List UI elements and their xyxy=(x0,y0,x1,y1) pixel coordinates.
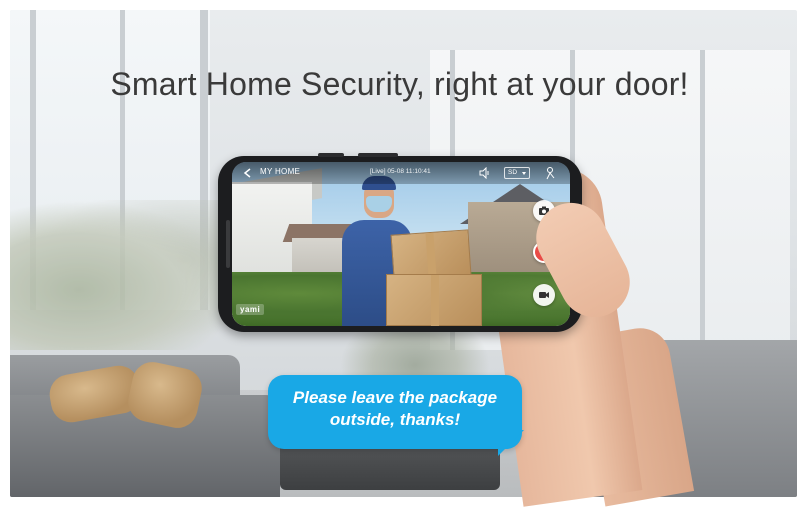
speech-line: Please leave the package xyxy=(292,388,498,407)
brand-logo: yami xyxy=(236,304,265,315)
speech-line: outside, thanks! xyxy=(329,410,461,429)
video-camera-icon xyxy=(539,292,549,298)
person-icon[interactable] xyxy=(544,166,556,180)
speech-bubble-tail xyxy=(498,430,524,456)
camera-title: MY HOME xyxy=(260,167,301,176)
smartphone: MY HOME [Live] 05-08 11:10:41 SD yami xyxy=(218,153,582,332)
camera-live-view[interactable]: MY HOME [Live] 05-08 11:10:41 SD yami xyxy=(232,162,570,326)
record-button[interactable] xyxy=(533,284,555,306)
phone-side-button xyxy=(358,153,398,157)
speech-bubble-text: Please leave the package outside, thanks… xyxy=(268,387,522,431)
garden-trees xyxy=(10,200,240,350)
face-mask xyxy=(366,196,392,212)
chevron-down-icon xyxy=(522,172,526,175)
quality-select[interactable]: SD xyxy=(504,167,530,179)
quality-select-value: SD xyxy=(508,169,518,176)
box-tape xyxy=(425,232,437,280)
chevron-left-icon[interactable] xyxy=(242,167,254,179)
package-box xyxy=(390,229,472,281)
speaker-icon[interactable] xyxy=(478,167,490,179)
page-headline: Smart Home Security, right at your door! xyxy=(110,66,689,102)
phone-speaker xyxy=(226,220,230,268)
camera-status-bar: MY HOME [Live] 05-08 11:10:41 SD xyxy=(232,162,570,184)
phone-side-button xyxy=(318,153,344,157)
package-box xyxy=(386,274,482,326)
live-timestamp: [Live] 05-08 11:10:41 xyxy=(370,168,431,175)
box-tape xyxy=(431,275,439,326)
